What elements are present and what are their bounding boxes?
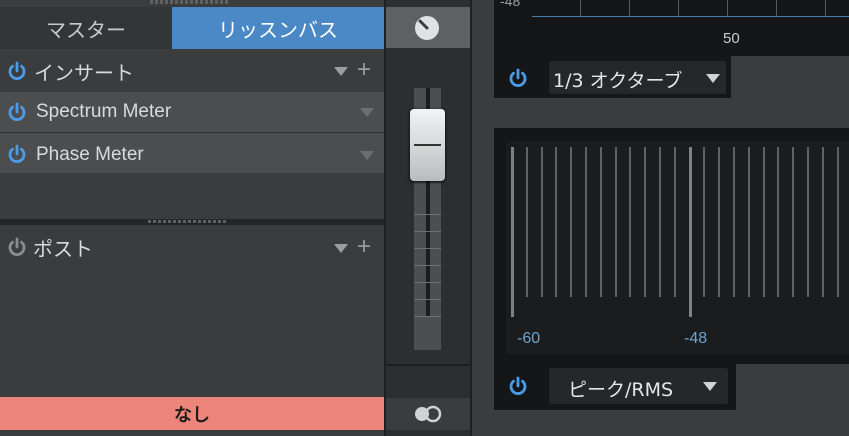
routing-label: なし bbox=[174, 404, 210, 426]
meter-gridline bbox=[614, 147, 617, 297]
meter-mode-value: ピーク/RMS bbox=[568, 379, 674, 401]
insert-power-icon[interactable] bbox=[6, 60, 28, 82]
meter-gridline bbox=[644, 147, 647, 297]
meter-gridline bbox=[673, 147, 676, 297]
meter-gridline bbox=[585, 147, 587, 297]
insert-add-icon[interactable]: + bbox=[357, 58, 371, 82]
tab-listen-bus-label: リッスンバス bbox=[218, 17, 338, 42]
meter-gridline bbox=[540, 147, 543, 297]
meter-gridline bbox=[659, 147, 661, 297]
spectrum-axis-label: -48 bbox=[500, 0, 521, 9]
meter-gridline bbox=[733, 147, 735, 297]
tab-master-label: マスター bbox=[46, 17, 126, 42]
meter-panel: -48 50 1/3 オクターブ -60 -48 ピーク/RMS bbox=[472, 0, 849, 436]
meter-gridline bbox=[570, 147, 573, 297]
fader-handle-line bbox=[414, 144, 441, 146]
insert-title: インサート bbox=[34, 61, 134, 85]
insert-slot-phase-meter[interactable]: Phase Meter bbox=[0, 133, 384, 173]
meter-gridline bbox=[777, 147, 780, 297]
level-meter-display: -60 -48 bbox=[506, 141, 849, 354]
output-routing-none[interactable]: なし bbox=[0, 397, 384, 430]
pan-knob-area[interactable] bbox=[386, 7, 470, 48]
post-section-header: ポスト + bbox=[0, 226, 384, 266]
slot-label: Phase Meter bbox=[36, 144, 144, 165]
spectrum-axis-label: 50 bbox=[723, 30, 740, 47]
meter-gridline bbox=[511, 147, 514, 317]
meter-mode-dropdown[interactable]: ピーク/RMS bbox=[549, 368, 728, 404]
resize-grip[interactable] bbox=[148, 220, 228, 223]
spectrum-grid bbox=[532, 0, 849, 17]
post-menu-arrow-icon[interactable] bbox=[334, 244, 348, 253]
post-title: ポスト bbox=[33, 237, 93, 261]
slot-power-icon[interactable] bbox=[6, 143, 28, 165]
slot-menu-arrow-icon[interactable] bbox=[360, 108, 374, 117]
meter-gridline bbox=[792, 147, 795, 297]
link-icon[interactable] bbox=[412, 404, 444, 424]
meter-gridline bbox=[555, 147, 558, 297]
meter-gridline bbox=[688, 147, 692, 317]
link-area[interactable] bbox=[386, 398, 470, 430]
tab-listen-bus[interactable]: リッスンバス bbox=[172, 7, 384, 49]
channel-panel: マスター リッスンバス インサート + Spectrum Meter Phase… bbox=[0, 0, 384, 436]
chevron-down-icon bbox=[703, 382, 717, 391]
meter-gridline bbox=[836, 147, 839, 297]
meter-gridline bbox=[599, 147, 602, 297]
meter-gridline bbox=[821, 147, 824, 297]
meter-gridline bbox=[629, 147, 632, 297]
resolution-value: 1/3 オクターブ bbox=[553, 70, 683, 92]
fader-strip bbox=[386, 0, 470, 436]
meter-axis-label: -48 bbox=[684, 330, 708, 347]
meter-gridline bbox=[703, 147, 706, 297]
insert-section-header: インサート + bbox=[0, 50, 384, 90]
meter-gridline bbox=[762, 147, 765, 297]
insert-menu-arrow-icon[interactable] bbox=[334, 67, 348, 76]
slot-menu-arrow-icon[interactable] bbox=[360, 151, 374, 160]
resize-grip[interactable] bbox=[150, 0, 230, 4]
pan-knob-icon[interactable] bbox=[413, 14, 441, 42]
slot-power-icon[interactable] bbox=[6, 101, 28, 123]
slot-label: Spectrum Meter bbox=[36, 101, 172, 122]
divider bbox=[386, 364, 470, 366]
fader-handle[interactable] bbox=[410, 109, 445, 181]
insert-slot-spectrum-meter[interactable]: Spectrum Meter bbox=[0, 92, 384, 132]
chevron-down-icon bbox=[706, 74, 720, 83]
fader-scale bbox=[414, 198, 441, 318]
spectrum-power-icon[interactable] bbox=[507, 67, 529, 89]
level-meter-power-icon[interactable] bbox=[507, 375, 529, 397]
meter-gridline bbox=[718, 147, 721, 297]
post-add-icon[interactable]: + bbox=[357, 235, 371, 259]
post-power-icon[interactable] bbox=[6, 236, 28, 258]
tab-master[interactable]: マスター bbox=[0, 7, 172, 49]
spectrum-display: -48 50 bbox=[494, 0, 849, 56]
resolution-dropdown[interactable]: 1/3 オクターブ bbox=[549, 61, 726, 94]
meter-axis-label: -60 bbox=[517, 330, 541, 347]
meter-gridline bbox=[747, 147, 750, 297]
meter-gridline bbox=[807, 147, 809, 297]
meter-gridline bbox=[525, 147, 528, 297]
